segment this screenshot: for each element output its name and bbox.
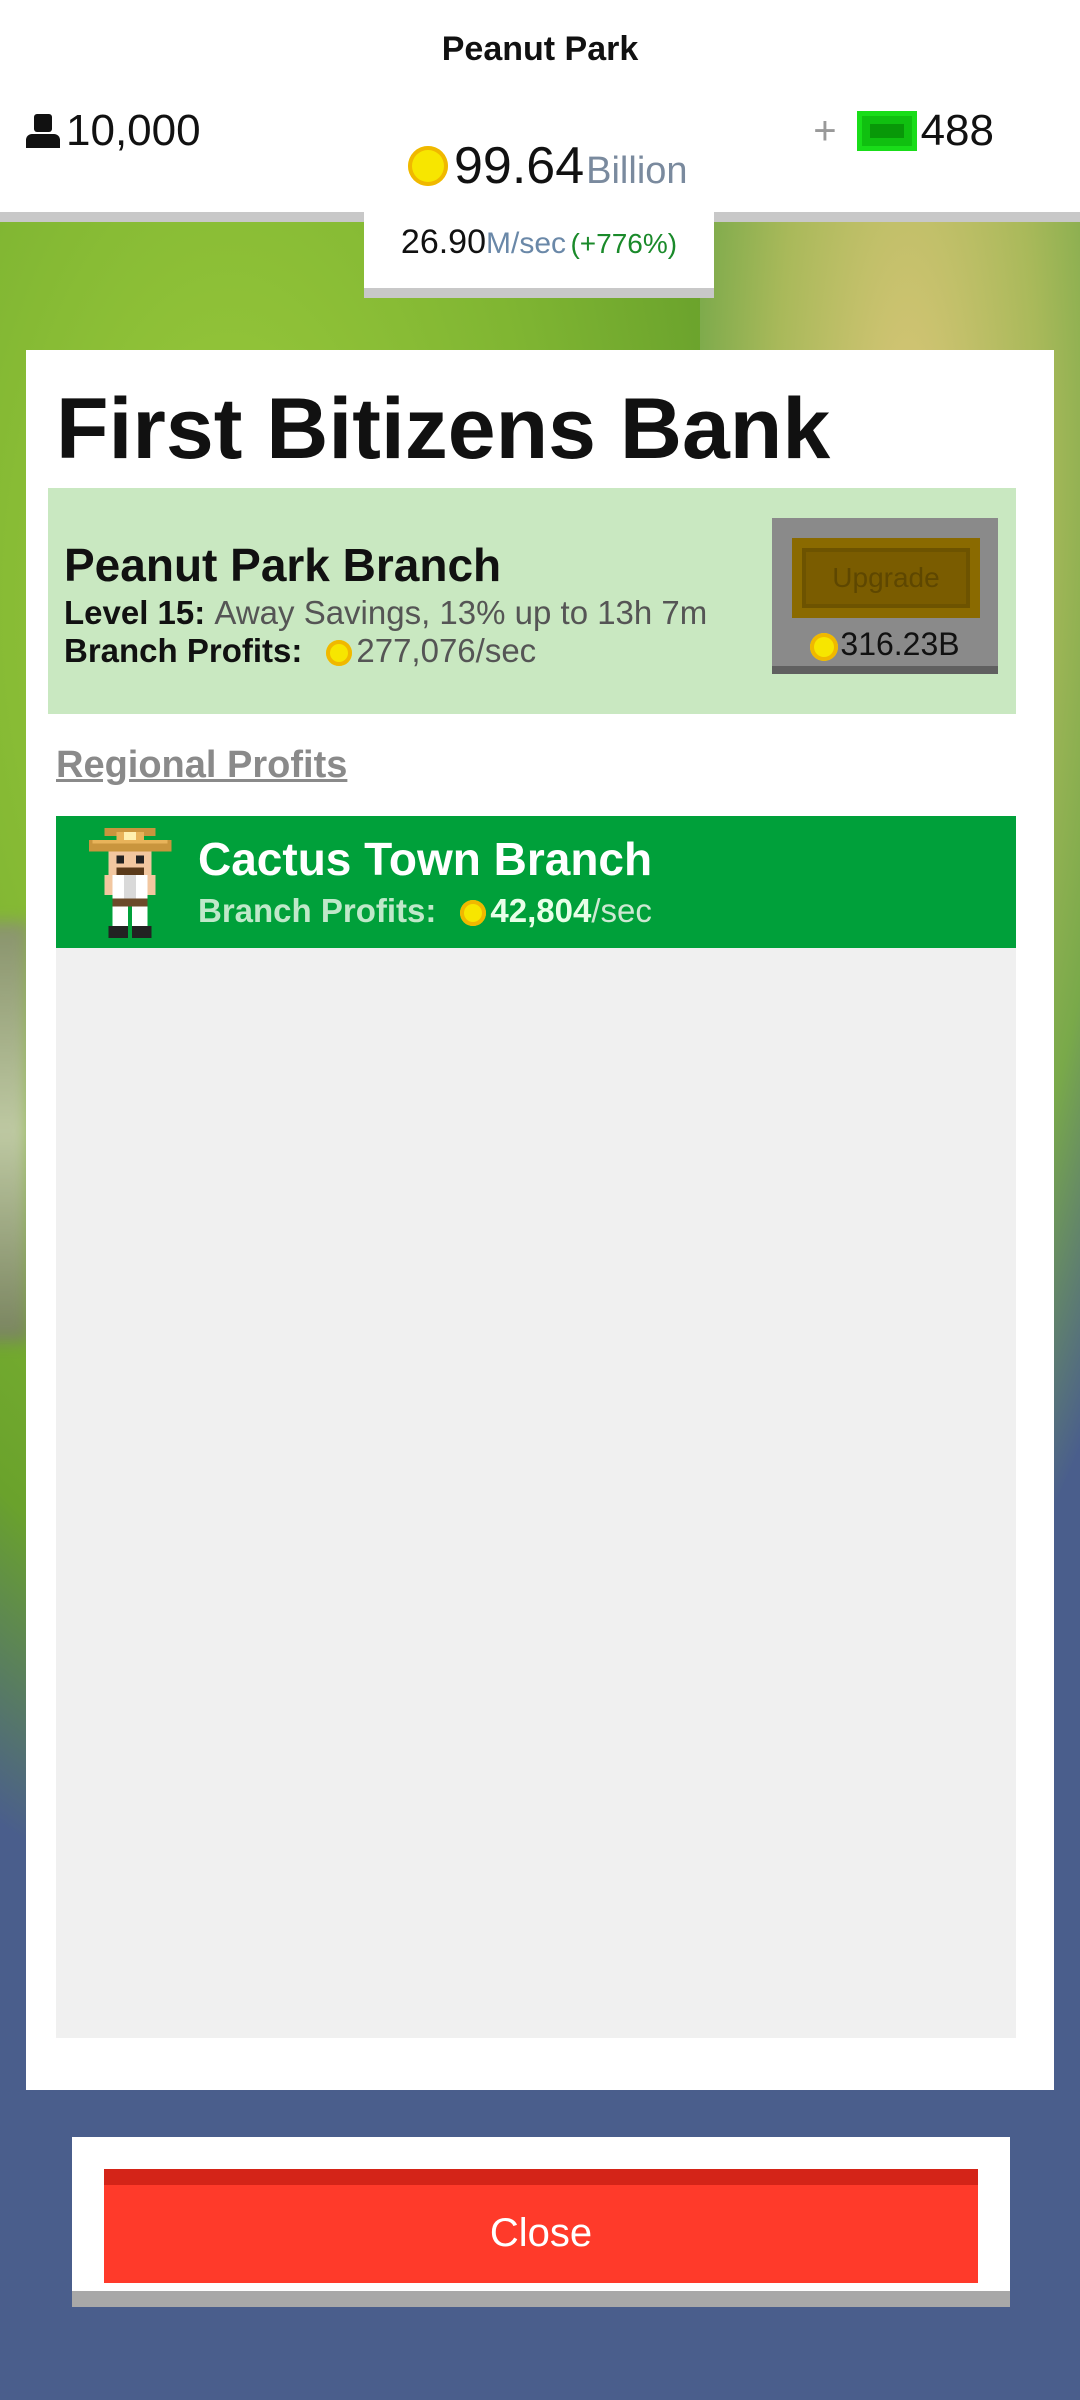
profits-value: 277,076/sec	[356, 632, 537, 669]
close-button[interactable]: Close	[104, 2169, 978, 2283]
add-gems-button[interactable]: +	[813, 109, 836, 154]
money-value: 99.64	[454, 137, 585, 195]
regional-branch-profits: Branch Profits: 42,804/sec	[198, 892, 652, 930]
list-item[interactable]: Cactus Town Branch Branch Profits: 42,804…	[56, 816, 1016, 948]
close-container: Close	[72, 2137, 1010, 2307]
money-counter: 99.64 Billion	[408, 136, 688, 196]
upgrade-box[interactable]: Upgrade 316.23B	[772, 518, 998, 674]
regional-profits-label: Branch Profits:	[198, 892, 437, 929]
sheriff-avatar-icon	[88, 828, 172, 938]
regional-branch-name: Cactus Town Branch	[198, 833, 653, 885]
branch-level: Level 15: Away Savings, 13% up to 13h 7m	[64, 594, 707, 632]
population-value: 10,000	[66, 106, 201, 155]
gems-value: 488	[920, 106, 994, 155]
coin-icon	[460, 900, 487, 927]
person-icon	[26, 114, 60, 148]
level-description: Away Savings, 13% up to 13h 7m	[214, 594, 708, 631]
park-name: Peanut Park	[441, 30, 639, 68]
rate-unit: M/sec	[486, 227, 567, 260]
income-rate: 26.90M/sec (+776%)	[364, 210, 714, 298]
coin-icon	[326, 640, 353, 667]
upgrade-cost-value: 316.23B	[840, 626, 960, 662]
upgrade-cost: 316.23B	[772, 626, 998, 663]
level-label: Level 15:	[64, 594, 206, 631]
top-header: Peanut Park 10,000 99.64 Billion + 488	[0, 0, 1080, 222]
upgrade-button[interactable]: Upgrade	[792, 538, 980, 618]
gems-counter[interactable]: + 488	[813, 106, 994, 156]
rate-change: (+776%)	[570, 228, 678, 259]
branch-profits: Branch Profits: 277,076/sec	[64, 632, 536, 670]
population-counter: 10,000	[26, 106, 201, 156]
coin-icon	[408, 146, 448, 186]
money-unit: Billion	[586, 150, 688, 192]
current-branch-card: Peanut Park Branch Level 15: Away Saving…	[48, 488, 1016, 714]
bank-panel: First Bitizens Bank Peanut Park Branch L…	[26, 350, 1054, 2090]
regional-list: Cactus Town Branch Branch Profits: 42,804…	[56, 816, 1016, 2038]
rate-value: 26.90	[400, 223, 486, 261]
branch-name: Peanut Park Branch	[64, 539, 502, 591]
regional-profits-unit: /sec	[591, 892, 652, 929]
profits-label: Branch Profits:	[64, 632, 303, 669]
gem-icon	[856, 111, 917, 151]
regional-profits-link[interactable]: Regional Profits	[56, 744, 347, 787]
coin-icon	[810, 632, 839, 661]
regional-profits-value: 42,804	[490, 892, 592, 929]
page-title: First Bitizens Bank	[56, 381, 831, 477]
